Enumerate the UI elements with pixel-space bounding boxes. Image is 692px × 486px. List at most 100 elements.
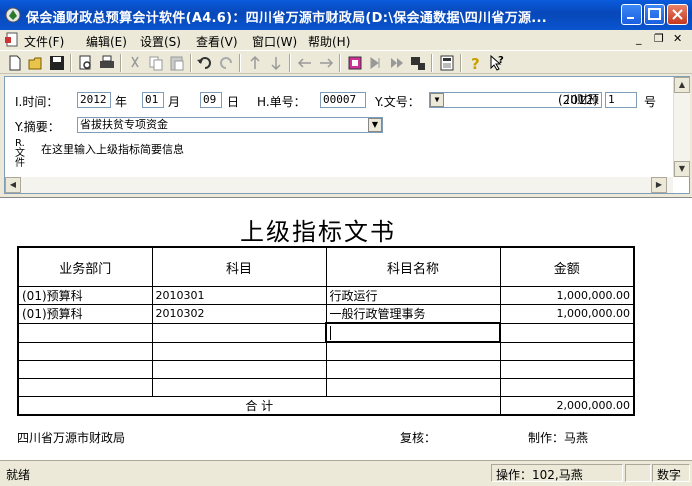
vertical-scrollbar[interactable]: ▲ ▼ [673,77,690,177]
doc-number-input[interactable]: 1 [605,92,637,108]
cell-code[interactable]: 2010301 [151,286,327,305]
first-record-icon[interactable] [346,54,364,72]
print-preview-icon[interactable] [77,54,95,72]
cell-name[interactable]: 一般行政管理事务 [325,304,501,324]
empty-cell[interactable] [151,378,327,397]
mdi-restore-icon[interactable]: ❐ [654,32,664,45]
copy-icon[interactable] [147,54,165,72]
open-icon[interactable] [27,54,45,72]
status-ready: 就绪 [6,468,31,482]
context-help-icon[interactable]: ? [488,54,506,72]
empty-cell[interactable] [499,322,635,343]
empty-cell[interactable] [325,378,501,397]
cell-amount[interactable]: 1,000,000.00 [499,286,635,305]
summary-label: Y.摘要： [15,120,60,134]
menu-settings[interactable]: 设置(S) [140,33,181,50]
horizontal-scrollbar[interactable]: ◀ ▶ [5,177,673,193]
header-code: 科目 [151,246,327,287]
document-icon [5,32,18,47]
help-icon[interactable]: ? [467,54,485,72]
redo-icon[interactable] [217,54,235,72]
scroll-down-icon[interactable]: ▼ [674,161,690,177]
next-record-icon[interactable] [317,54,335,72]
menu-view[interactable]: 查看(V) [196,33,238,50]
status-bar: 就绪 操作：102,马燕 数字 [0,460,692,486]
title-bar[interactable]: 保会通财政总预算会计软件(A4.6)：四川省万源市财政局(D:\保会通数据\四川… [0,0,692,30]
prev-record-icon[interactable] [296,54,314,72]
summary-combo[interactable]: 省拔扶贫专项资金 ▼ [77,117,383,133]
empty-cell[interactable] [151,341,327,361]
month-unit: 月 [168,95,181,109]
minimize-button[interactable] [621,4,642,25]
table-row[interactable] [17,378,635,397]
mdi-minimize-icon[interactable]: _ [636,32,642,45]
save-icon[interactable] [48,54,66,72]
empty-cell[interactable] [17,341,153,361]
minimize-icon [627,17,634,19]
cell-dept[interactable]: (01)预算科 [17,304,153,324]
day-input[interactable]: 09 [200,92,222,108]
file-label: R.文件 [15,138,25,169]
calculator-icon[interactable] [438,54,456,72]
header-dept: 业务部门 [17,246,153,287]
menu-bar: 文件(F) 编辑(E) 设置(S) 查看(V) 窗口(W) 帮助(H) _ ❐ … [0,30,692,50]
menu-edit[interactable]: 编辑(E) [86,33,127,50]
empty-cell[interactable] [325,341,501,361]
table-row[interactable] [17,322,635,343]
chevron-down-icon[interactable]: ▼ [430,93,444,107]
maximize-button[interactable] [644,4,665,25]
total-amount: 2,000,000.00 [499,396,635,416]
move-down-icon[interactable] [267,54,285,72]
cell-dept[interactable]: (01)预算科 [17,286,153,305]
menu-file[interactable]: 文件(F) [24,33,64,50]
menu-window[interactable]: 窗口(W) [252,33,297,50]
table-row[interactable] [17,360,635,379]
maximize-icon [648,8,661,20]
table-row[interactable] [17,341,635,361]
paste-icon[interactable] [168,54,186,72]
close-button[interactable] [667,4,688,25]
svg-text:?: ? [471,55,480,72]
table-header-row: 业务部门 科目 科目名称 金额 [17,246,635,287]
undo-icon[interactable] [196,54,214,72]
empty-cell[interactable] [151,360,327,379]
footer-review: 复核： [400,431,437,445]
cell-name[interactable]: 行政运行 [325,286,501,305]
month-input[interactable]: 01 [142,92,164,108]
cell-code[interactable]: 2010302 [151,304,327,324]
empty-cell[interactable] [17,322,153,343]
empty-cell[interactable] [17,360,153,379]
print-icon[interactable] [98,54,116,72]
cut-icon[interactable] [126,54,144,72]
active-cell[interactable] [325,322,501,343]
empty-cell[interactable] [325,360,501,379]
order-no-label: H.单号： [257,95,306,109]
day-unit: 日 [227,95,240,109]
empty-cell[interactable] [151,322,327,343]
order-no-input[interactable]: 00007 [320,92,366,108]
mdi-close-icon[interactable]: ✕ [673,32,682,45]
footer-org: 四川省万源市财政局 [17,431,126,445]
new-icon[interactable] [6,54,24,72]
menu-help[interactable]: 帮助(H) [308,33,350,50]
status-operator: 操作：102,马燕 [491,464,623,482]
find-icon[interactable] [409,54,427,72]
status-blank [625,464,651,482]
scroll-left-icon[interactable]: ◀ [5,177,21,193]
empty-cell[interactable] [17,378,153,397]
empty-cell[interactable] [499,341,635,361]
chevron-down-icon[interactable]: ▼ [368,118,382,132]
scroll-right-icon[interactable]: ▶ [651,177,667,193]
year-input[interactable]: 2012 [77,92,111,108]
cell-amount[interactable]: 1,000,000.00 [499,304,635,324]
table-row[interactable]: (01)预算科 2010301 行政运行 1,000,000.00 [17,286,635,305]
document-title: 上级指标文书 [240,218,396,246]
last-page-icon[interactable] [388,54,406,72]
move-up-icon[interactable] [246,54,264,72]
empty-cell[interactable] [499,360,635,379]
file-textarea[interactable]: 在这里输入上级指标简要信息 [39,143,669,179]
empty-cell[interactable] [499,378,635,397]
table-row[interactable]: (01)预算科 2010302 一般行政管理事务 1,000,000.00 [17,304,635,324]
scroll-up-icon[interactable]: ▲ [674,77,690,93]
next-page-icon[interactable] [367,54,385,72]
